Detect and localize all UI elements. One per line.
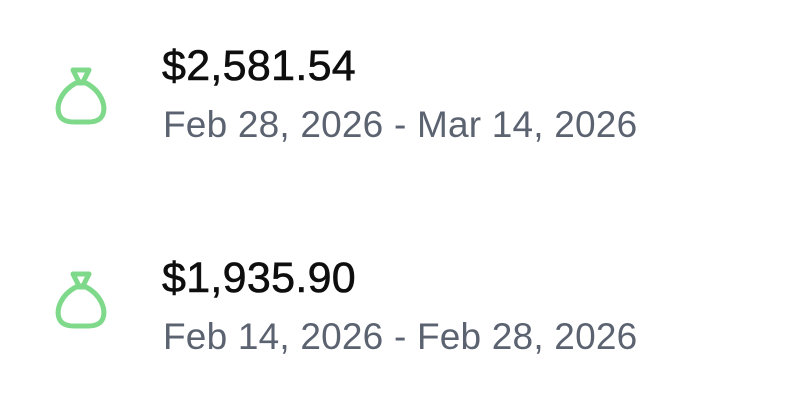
payout-date-range: Feb 28, 2026 - Mar 14, 2026 bbox=[163, 104, 638, 145]
payout-row[interactable]: $2,581.54 Feb 28, 2026 - Mar 14, 2026 bbox=[0, 38, 794, 188]
money-bag-icon bbox=[52, 270, 110, 330]
payout-amount: $1,935.90 bbox=[162, 254, 356, 303]
payout-date-range: Feb 14, 2026 - Feb 28, 2026 bbox=[163, 316, 638, 357]
payout-list: $2,581.54 Feb 28, 2026 - Mar 14, 2026 $1… bbox=[0, 0, 794, 401]
payout-row[interactable]: $1,935.90 Feb 14, 2026 - Feb 28, 2026 bbox=[0, 250, 794, 400]
payout-amount: $2,581.54 bbox=[162, 42, 356, 91]
money-bag-icon bbox=[52, 66, 110, 126]
